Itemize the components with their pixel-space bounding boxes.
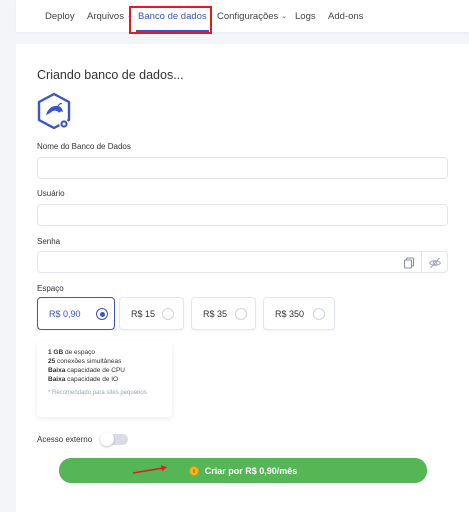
spec-connections: 25 conexões simultâneas: [48, 357, 161, 366]
spec-cpu-value: Baixa: [48, 367, 66, 374]
db-name-label: Nome do Banco de Dados: [37, 142, 131, 151]
create-database-card: Criando banco de dados... Nome do Banco …: [16, 44, 469, 512]
page-title: Criando banco de dados...: [37, 68, 184, 82]
spec-io: Baixa capacidade de IO: [48, 375, 161, 384]
plan-price-label: R$ 35: [203, 308, 228, 319]
annotation-highlight-box: [129, 6, 212, 34]
password-input[interactable]: [37, 251, 448, 273]
spec-io-text: capacidade de IO: [65, 376, 119, 383]
spec-storage-text: de espaço: [63, 349, 95, 356]
nav-logs[interactable]: Logs: [295, 0, 316, 32]
plan-option-350[interactable]: R$ 350: [263, 297, 335, 330]
spec-storage: 1 GB de espaço: [48, 348, 161, 357]
external-access-toggle[interactable]: [100, 432, 128, 446]
field-separator: [421, 252, 422, 272]
plan-price-label: R$ 15: [131, 308, 156, 319]
coin-icon: [188, 465, 199, 476]
plan-specs-box: 1 GB de espaço 25 conexões simultâneas B…: [37, 341, 172, 417]
password-label: Senha: [37, 237, 61, 246]
create-button-label: Criar por R$ 0,90/mês: [204, 465, 298, 476]
radio-icon: [162, 308, 174, 320]
plan-option-35[interactable]: R$ 35: [191, 297, 256, 330]
nav-arquivos[interactable]: Arquivos ⌄: [87, 0, 133, 32]
spec-connections-text: conexões simultâneas: [55, 358, 122, 365]
db-name-input[interactable]: [37, 157, 448, 179]
eye-off-icon[interactable]: [428, 256, 442, 270]
nav-logs-label: Logs: [295, 10, 316, 22]
spec-io-value: Baixa: [48, 376, 66, 383]
nav-configuracoes[interactable]: Configurações ⌄: [217, 0, 287, 32]
plan-price-label: R$ 350: [275, 308, 305, 319]
nav-add-ons-label: Add-ons: [328, 10, 364, 22]
radio-icon: [313, 308, 325, 320]
user-label: Usuário: [37, 189, 65, 198]
nav-arquivos-label: Arquivos: [87, 10, 124, 22]
nav-deploy[interactable]: Deploy: [45, 0, 75, 32]
radio-icon: [235, 308, 247, 320]
spec-cpu-text: capacidade de CPU: [65, 367, 125, 374]
spec-recommendation-note: * Recomendado para sites pequenos: [48, 390, 147, 396]
create-database-button[interactable]: Criar por R$ 0,90/mês: [59, 458, 427, 483]
space-label: Espaço: [37, 284, 64, 293]
radio-selected-icon: [96, 308, 108, 320]
chevron-down-icon: ⌄: [281, 13, 288, 20]
plan-price-label: R$ 0,90: [49, 308, 81, 319]
copy-icon[interactable]: [402, 256, 416, 270]
plan-option-15[interactable]: R$ 15: [119, 297, 184, 330]
spec-cpu: Baixa capacidade de CPU: [48, 366, 161, 375]
top-navigation: Deploy Arquivos ⌄ Banco de dados Configur…: [16, 0, 469, 32]
nav-deploy-label: Deploy: [45, 10, 75, 22]
external-access-label: Acesso externo: [37, 435, 93, 444]
spec-storage-value: 1 GB: [48, 349, 64, 356]
mysql-dolphin-hexagon-icon: [37, 92, 71, 130]
nav-add-ons[interactable]: Add-ons: [328, 0, 363, 32]
annotation-arrow-icon: [132, 465, 167, 474]
user-input[interactable]: [37, 204, 448, 226]
plan-option-0-90[interactable]: R$ 0,90: [37, 297, 115, 330]
nav-configuracoes-label: Configurações: [217, 10, 279, 22]
